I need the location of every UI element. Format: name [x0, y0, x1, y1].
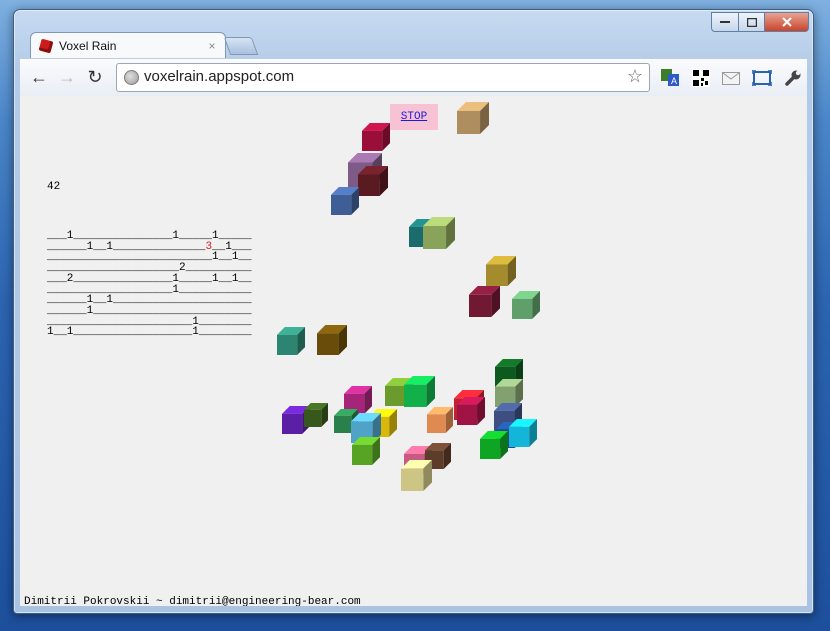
voxel-cube	[480, 431, 508, 459]
browser-window: Voxel Rain × ← → ↻ voxelrain.appspot.com…	[13, 9, 814, 614]
back-icon: ←	[30, 66, 48, 87]
voxel-cube	[512, 291, 540, 319]
back-button[interactable]: ←	[28, 66, 50, 88]
minimize-icon	[720, 21, 730, 23]
voxel-cube	[427, 407, 453, 433]
forward-icon: →	[58, 66, 76, 87]
tab-voxel-rain[interactable]: Voxel Rain ×	[30, 32, 226, 59]
wrench-icon	[785, 70, 801, 86]
minimize-button[interactable]	[711, 12, 739, 32]
tab-title: Voxel Rain	[59, 39, 117, 53]
reload-icon: ↻	[87, 66, 103, 87]
voxel-cube	[362, 123, 390, 151]
reload-button[interactable]: ↻	[84, 66, 106, 88]
voxel-cube	[469, 286, 500, 317]
qr-code-extension-icon[interactable]	[691, 68, 711, 88]
wrench-menu-button[interactable]	[783, 68, 803, 88]
cube-favicon-icon	[38, 38, 54, 54]
voxel-cube	[358, 166, 388, 196]
author-footer: Dimitrii Pokrovskii ~ dimitrii@engineeri…	[24, 596, 361, 606]
mail-icon[interactable]	[721, 68, 741, 88]
browser-toolbar: ← → ↻ voxelrain.appspot.com ☆ A	[20, 58, 807, 97]
voxel-cube	[457, 102, 489, 134]
maximize-button[interactable]	[739, 12, 765, 32]
forward-button[interactable]: →	[56, 66, 78, 88]
voxel-cube	[304, 403, 328, 427]
translate-extension-icon[interactable]: A	[660, 68, 680, 88]
close-icon	[781, 17, 792, 27]
screenshot-icon[interactable]	[752, 68, 772, 88]
voxel-cube	[401, 460, 432, 491]
voxel-cube	[509, 419, 537, 447]
voxel-cube	[404, 376, 435, 407]
voxel-cube	[495, 379, 523, 407]
voxel-cube	[486, 256, 516, 286]
voxel-cube	[352, 437, 380, 465]
bookmark-star-icon[interactable]: ☆	[627, 66, 643, 87]
page-content: STOP 42 ___1_______________1_____1_____ _…	[20, 96, 807, 606]
globe-icon	[124, 70, 139, 85]
voxel-cube	[423, 217, 455, 249]
new-tab-button[interactable]	[223, 37, 259, 55]
voxel-cube	[277, 327, 305, 355]
svg-text:A: A	[671, 76, 677, 86]
voxel-cube	[317, 325, 347, 355]
maximize-icon	[746, 17, 757, 27]
address-bar[interactable]: voxelrain.appspot.com ☆	[116, 63, 650, 92]
voxel-cube	[331, 187, 359, 215]
close-window-button[interactable]	[765, 12, 809, 32]
window-controls	[711, 12, 809, 32]
voxel-cube	[457, 397, 485, 425]
voxel-scene	[277, 102, 540, 491]
tab-close-icon[interactable]: ×	[205, 39, 219, 53]
url-text: voxelrain.appspot.com	[144, 68, 295, 85]
